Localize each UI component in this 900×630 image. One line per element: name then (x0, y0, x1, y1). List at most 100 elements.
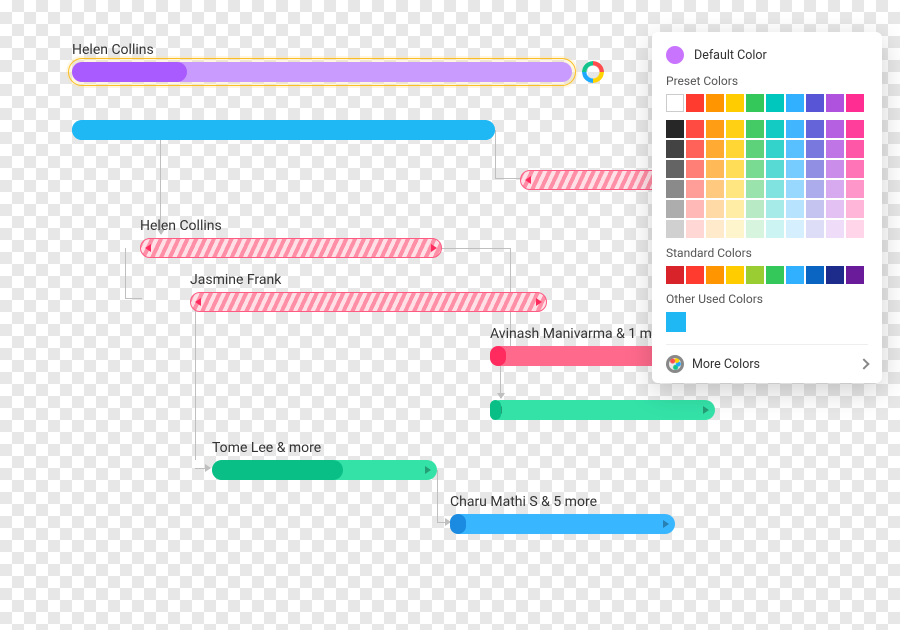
preset-swatch[interactable] (846, 94, 864, 112)
gantt-bar[interactable] (450, 514, 675, 534)
dependency-line (500, 366, 502, 398)
color-picker-panel: Default Color Preset Colors Standard Col… (652, 32, 882, 383)
preset-swatch[interactable] (826, 180, 844, 198)
preset-swatch[interactable] (826, 160, 844, 178)
preset-swatch[interactable] (666, 120, 684, 138)
preset-swatch[interactable] (746, 220, 764, 238)
preset-swatch[interactable] (766, 220, 784, 238)
preset-swatch[interactable] (846, 200, 864, 218)
preset-swatch[interactable] (786, 140, 804, 158)
preset-swatch[interactable] (686, 140, 704, 158)
preset-swatch[interactable] (846, 160, 864, 178)
preset-swatch[interactable] (746, 94, 764, 112)
preset-swatch[interactable] (726, 140, 744, 158)
preset-swatch[interactable] (706, 120, 724, 138)
preset-swatch[interactable] (746, 180, 764, 198)
preset-swatch[interactable] (786, 120, 804, 138)
preset-swatch[interactable] (826, 200, 844, 218)
standard-swatch[interactable] (706, 266, 724, 284)
preset-swatch[interactable] (746, 160, 764, 178)
preset-swatch[interactable] (806, 160, 824, 178)
preset-swatch[interactable] (826, 120, 844, 138)
preset-swatch[interactable] (666, 160, 684, 178)
standard-swatch[interactable] (746, 266, 764, 284)
preset-swatch[interactable] (706, 160, 724, 178)
gantt-bar[interactable] (190, 292, 547, 312)
preset-swatch[interactable] (726, 120, 744, 138)
preset-swatch[interactable] (686, 200, 704, 218)
preset-swatch[interactable] (806, 94, 824, 112)
preset-swatch[interactable] (686, 180, 704, 198)
preset-swatch[interactable] (806, 200, 824, 218)
preset-swatch[interactable] (766, 120, 784, 138)
preset-swatch[interactable] (666, 140, 684, 158)
preset-swatch[interactable] (766, 94, 784, 112)
preset-swatch[interactable] (686, 120, 704, 138)
preset-swatch[interactable] (666, 220, 684, 238)
gantt-bar-progress (490, 400, 501, 420)
preset-swatch[interactable] (726, 160, 744, 178)
preset-swatch[interactable] (826, 94, 844, 112)
preset-swatch[interactable] (806, 140, 824, 158)
preset-swatch[interactable] (726, 200, 744, 218)
gantt-bar[interactable] (212, 460, 437, 480)
standard-swatch[interactable] (726, 266, 744, 284)
preset-swatch[interactable] (826, 220, 844, 238)
preset-swatch[interactable] (786, 200, 804, 218)
preset-swatch[interactable] (846, 140, 864, 158)
standard-swatch[interactable] (686, 266, 704, 284)
standard-swatch[interactable] (826, 266, 844, 284)
preset-swatch[interactable] (846, 220, 864, 238)
preset-swatch[interactable] (806, 180, 824, 198)
gantt-bar[interactable] (490, 400, 715, 420)
standard-swatch[interactable] (666, 266, 684, 284)
preset-swatch[interactable] (726, 220, 744, 238)
preset-swatch[interactable] (766, 180, 784, 198)
other-used-heading: Other Used Colors (666, 292, 868, 306)
preset-swatch[interactable] (786, 180, 804, 198)
more-colors-label: More Colors (692, 357, 760, 372)
preset-swatch[interactable] (706, 94, 724, 112)
standard-swatch[interactable] (786, 266, 804, 284)
preset-swatch[interactable] (806, 120, 824, 138)
gantt-bar-label: Avinash Manivarma & 1 more (490, 326, 672, 342)
gantt-bar[interactable] (72, 120, 495, 140)
preset-swatch[interactable] (846, 120, 864, 138)
preset-swatch[interactable] (766, 140, 784, 158)
preset-swatch[interactable] (806, 220, 824, 238)
preset-swatch[interactable] (706, 200, 724, 218)
preset-swatch[interactable] (706, 140, 724, 158)
chevron-right-icon (858, 358, 869, 369)
preset-swatch[interactable] (846, 180, 864, 198)
gantt-bar[interactable] (140, 238, 442, 258)
preset-swatch[interactable] (666, 94, 684, 112)
preset-swatch[interactable] (686, 160, 704, 178)
more-colors-button[interactable]: More Colors (666, 344, 868, 373)
preset-swatch[interactable] (666, 200, 684, 218)
preset-swatch[interactable] (826, 140, 844, 158)
standard-swatch[interactable] (806, 266, 824, 284)
standard-swatch[interactable] (766, 266, 784, 284)
preset-swatch[interactable] (726, 94, 744, 112)
preset-swatch[interactable] (706, 180, 724, 198)
preset-swatch[interactable] (686, 94, 704, 112)
preset-swatch[interactable] (786, 94, 804, 112)
preset-swatch[interactable] (666, 180, 684, 198)
preset-swatch[interactable] (786, 160, 804, 178)
gantt-bar-label: Helen Collins (140, 218, 222, 234)
preset-swatch[interactable] (746, 200, 764, 218)
preset-swatch[interactable] (786, 220, 804, 238)
preset-swatch[interactable] (726, 180, 744, 198)
preset-swatch[interactable] (706, 220, 724, 238)
preset-swatch[interactable] (766, 200, 784, 218)
gantt-bar[interactable] (72, 62, 572, 82)
preset-swatch[interactable] (746, 120, 764, 138)
preset-colors-heading: Preset Colors (666, 74, 868, 88)
used-swatch[interactable] (666, 312, 686, 332)
standard-swatch[interactable] (846, 266, 864, 284)
preset-swatch[interactable] (766, 160, 784, 178)
default-color-swatch[interactable] (666, 46, 684, 64)
preset-swatch[interactable] (746, 140, 764, 158)
color-ring-trigger[interactable] (582, 61, 604, 83)
preset-swatch[interactable] (686, 220, 704, 238)
